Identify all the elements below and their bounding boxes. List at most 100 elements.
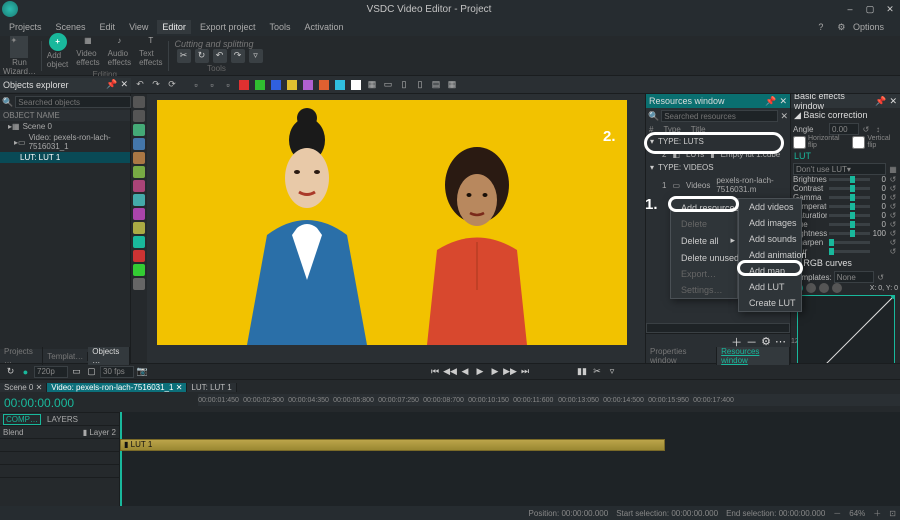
menu-projects[interactable]: Projects (4, 20, 47, 34)
vtool-chart-icon[interactable] (133, 180, 145, 192)
luts-group-header[interactable]: ▾ TYPE: LUTS (646, 135, 790, 148)
vtool-tooltip-icon[interactable] (133, 278, 145, 290)
reset-icon[interactable]: ↺ (888, 238, 898, 247)
tool-redo-icon[interactable]: ↷ (231, 49, 245, 63)
close-panel-icon[interactable]: ✕ (779, 96, 787, 107)
color-cyan[interactable] (335, 80, 345, 90)
reset-icon[interactable]: ↺ (888, 247, 898, 256)
track-blend[interactable]: Blend▮ Layer 2 (0, 425, 119, 438)
reset-icon[interactable]: ↺ (888, 175, 898, 184)
ctx-add-animation[interactable]: Add animation (739, 247, 801, 263)
menu-activation[interactable]: Activation (299, 20, 348, 34)
tree-video[interactable]: ▸▭Video: pexels-ron-lach-7516031_1 (0, 132, 130, 152)
close-panel-icon[interactable]: ✕ (120, 79, 128, 90)
preview-canvas[interactable] (147, 94, 645, 363)
close-panel-icon[interactable]: ✕ (889, 96, 897, 107)
layout-2-icon[interactable]: ▯ (413, 78, 427, 92)
tool-marker-icon[interactable]: ▿ (249, 49, 263, 63)
timeline-ruler[interactable]: 00:00:01:45000:00:02:90000:00:04:35000:0… (198, 394, 900, 406)
resolution-dropdown[interactable]: 720p (34, 366, 68, 378)
align-center-icon[interactable]: ▫ (205, 78, 219, 92)
temperature-slider[interactable] (829, 205, 870, 208)
contrast-slider[interactable] (829, 187, 870, 190)
layout-3-icon[interactable]: ▤ (429, 78, 443, 92)
help-icon[interactable]: ? (813, 20, 828, 35)
zoom-icon[interactable]: ▢ (85, 365, 98, 378)
search-clear-icon[interactable]: ✕ (780, 111, 788, 122)
camera-icon[interactable]: 📷 (136, 365, 149, 378)
add-object-button[interactable]: +Add object (44, 33, 71, 69)
ctx-delete-unused[interactable]: Delete unused▸ (671, 249, 737, 266)
tool-crop-icon[interactable]: ✂ (177, 49, 191, 63)
color-green[interactable] (255, 80, 265, 90)
curve-channel-g[interactable] (819, 283, 829, 293)
rgb-curve-editor[interactable] (797, 295, 895, 363)
fps-dropdown[interactable]: 30 fps (100, 366, 134, 378)
curve-channel-b[interactable] (832, 283, 842, 293)
rgb-curves-section[interactable]: ◢ RGB curves (791, 256, 900, 271)
run-wizard-button[interactable]: ✦ Run Wizard… (0, 36, 39, 76)
ctx-add-map[interactable]: Add map (739, 263, 801, 279)
angle-input[interactable]: 0.00 (829, 123, 859, 135)
vtool-rect-icon[interactable] (133, 124, 145, 136)
loop-icon[interactable]: ↻ (4, 365, 17, 378)
menu-tools[interactable]: Tools (264, 20, 295, 34)
fit-zoom-icon[interactable]: ⊡ (889, 509, 896, 518)
step-fwd-icon[interactable]: ▶ (489, 365, 502, 378)
close-button[interactable]: ✕ (880, 2, 900, 16)
menu-export[interactable]: Export project (195, 20, 261, 34)
pin-icon[interactable]: 📌 (106, 79, 117, 90)
explorer-tab-projects[interactable]: Projects … (0, 347, 43, 365)
blur-slider[interactable] (829, 250, 870, 253)
lut-resource-row[interactable]: 2 ◧LUTs ▮Empty lut 1.cube (646, 148, 790, 161)
folder-icon[interactable]: ▦ (888, 165, 898, 174)
ctx-delete-all[interactable]: Delete all▸ (671, 232, 737, 249)
video-resource-row[interactable]: 1 ▭Videos pexels-ron-lach-7516031.m (646, 174, 790, 196)
track-empty-2[interactable] (0, 451, 119, 464)
ctx-add-lut[interactable]: Add LUT (739, 279, 801, 295)
reset-icon[interactable]: ↺ (888, 202, 898, 211)
resources-search-input[interactable] (661, 110, 778, 122)
pin-icon[interactable]: 📌 (765, 96, 776, 107)
timeline-tab-video[interactable]: Video: pexels-ron-lach-7516031_1 ✕ (47, 383, 187, 392)
cut-icon[interactable]: ▮▮ (576, 365, 589, 378)
explorer-tab-objects[interactable]: Objects … (88, 347, 130, 365)
options-link[interactable]: ⚙ Options (832, 20, 894, 35)
snap-icon[interactable]: ▭ (381, 78, 395, 92)
timeline-tab-lut[interactable]: LUT: LUT 1 (187, 383, 236, 392)
track-empty-3[interactable] (0, 464, 119, 477)
reset-icon[interactable]: ↺ (888, 184, 898, 193)
text-effects-button[interactable]: TText effects (136, 33, 165, 69)
goto-start-icon[interactable]: ⏮ (429, 365, 442, 378)
video-effects-button[interactable]: ▦Video effects (73, 33, 102, 69)
color-purple[interactable] (303, 80, 313, 90)
videos-group-header[interactable]: ▾ TYPE: VIDEOS (646, 161, 790, 174)
vtool-text-icon[interactable] (133, 110, 145, 122)
hue-slider[interactable] (829, 223, 870, 226)
audio-effects-button[interactable]: ♪Audio effects (105, 33, 134, 69)
zoom-in-icon[interactable]: ＋ (873, 508, 881, 519)
maximize-button[interactable]: ▢ (860, 2, 880, 16)
tree-scene[interactable]: ▸▦Scene 0 (0, 121, 130, 132)
layout-1-icon[interactable]: ▯ (397, 78, 411, 92)
resources-hscroll[interactable] (646, 323, 790, 333)
track-empty-1[interactable] (0, 438, 119, 451)
goto-end-icon[interactable]: ⏭ (519, 365, 532, 378)
undo-icon[interactable]: ↶ (133, 78, 147, 92)
vtool-ellipse-icon[interactable] (133, 138, 145, 150)
record-icon[interactable]: ● (19, 365, 32, 378)
tab-properties[interactable]: Properties window (646, 347, 717, 365)
explorer-tab-templates[interactable]: Templat… (43, 352, 88, 361)
fit-icon[interactable]: ▭ (70, 365, 83, 378)
reset-icon[interactable]: ↺ (888, 229, 898, 238)
timeline-tab-scene[interactable]: Scene 0 ✕ (0, 383, 47, 392)
lut-clip[interactable]: ▮ LUT 1 (120, 439, 665, 451)
layout-4-icon[interactable]: ▦ (445, 78, 459, 92)
color-red[interactable] (239, 80, 249, 90)
tab-resources[interactable]: Resources window (717, 347, 790, 365)
vtool-animation-icon[interactable] (133, 264, 145, 276)
align-left-icon[interactable]: ▫ (189, 78, 203, 92)
vflip-check[interactable] (852, 136, 865, 149)
vtool-video-icon[interactable] (133, 208, 145, 220)
vtool-counter-icon[interactable] (133, 250, 145, 262)
